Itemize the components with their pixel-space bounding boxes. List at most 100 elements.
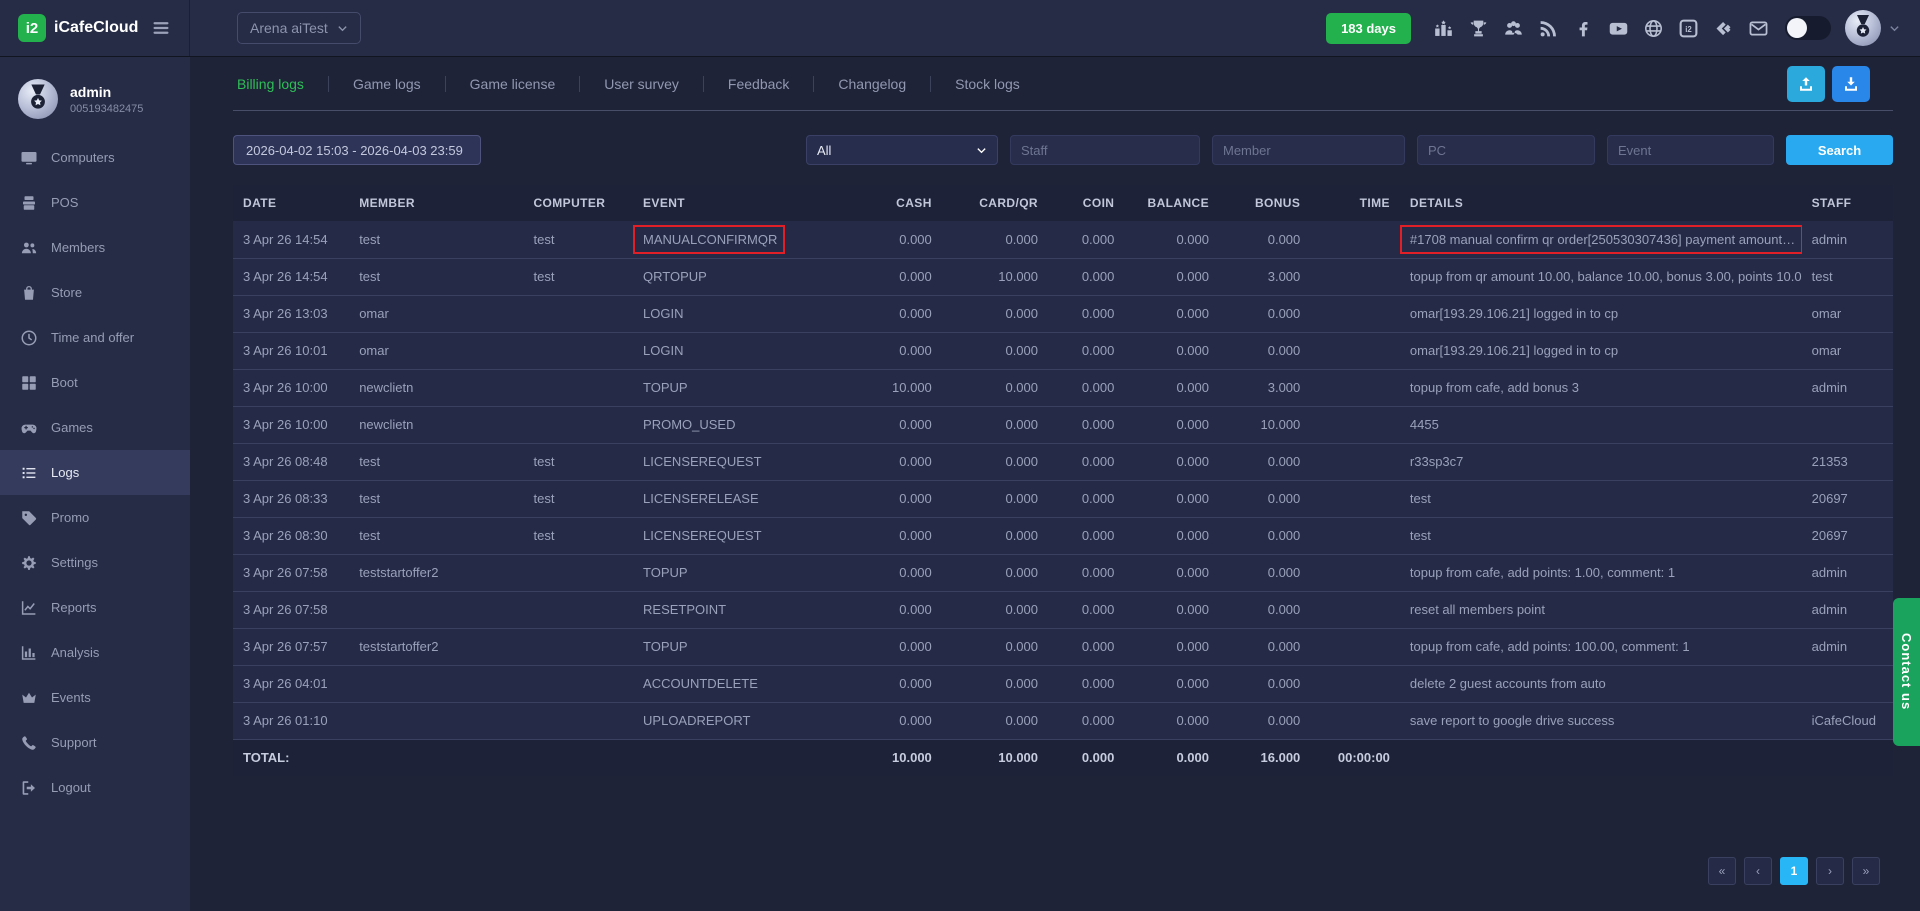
tab-game-license[interactable]: Game license xyxy=(445,76,580,92)
sidebar-item-analysis[interactable]: Analysis xyxy=(0,630,190,675)
facebook-icon[interactable] xyxy=(1573,18,1594,39)
event-type-select[interactable]: All xyxy=(806,135,998,165)
sidebar-item-logout[interactable]: Logout xyxy=(0,765,190,810)
mail-icon[interactable] xyxy=(1748,18,1769,39)
sidebar-item-store[interactable]: Store xyxy=(0,270,190,315)
sidebar-item-settings[interactable]: Settings xyxy=(0,540,190,585)
search-button[interactable]: Search xyxy=(1786,135,1893,165)
sidebar-item-computers[interactable]: Computers xyxy=(0,135,190,180)
member-filter-input[interactable] xyxy=(1212,135,1405,165)
cell-cardqr: 0.000 xyxy=(942,554,1048,591)
cell-event: LICENSEREQUEST xyxy=(633,443,849,480)
profile-chevron-down-icon[interactable] xyxy=(1889,23,1900,34)
icafecloud-icon[interactable]: i2 xyxy=(1678,18,1699,39)
ranking-icon[interactable] xyxy=(1433,18,1454,39)
cell-balance: 0.000 xyxy=(1124,480,1219,517)
cell-staff: 21353 xyxy=(1802,443,1893,480)
pc-filter-input[interactable] xyxy=(1417,135,1595,165)
date-range-input[interactable] xyxy=(233,135,481,165)
cell-balance: 0.000 xyxy=(1124,443,1219,480)
sidebar-item-time-and-offer[interactable]: Time and offer xyxy=(0,315,190,360)
prev-page-button[interactable]: ‹ xyxy=(1744,857,1772,885)
event-filter-input[interactable] xyxy=(1607,135,1774,165)
tab-billing-logs[interactable]: Billing logs xyxy=(233,76,328,92)
tab-changelog[interactable]: Changelog xyxy=(813,76,930,92)
tab-stock-logs[interactable]: Stock logs xyxy=(930,76,1044,92)
sidebar-item-reports[interactable]: Reports xyxy=(0,585,190,630)
cell-details: 4455 xyxy=(1400,406,1802,443)
cell-cardqr: 0.000 xyxy=(942,443,1048,480)
cell-time xyxy=(1310,554,1400,591)
brand-logo[interactable]: i2 iCafeCloud xyxy=(18,14,138,42)
cell-details: delete 2 guest accounts from auto xyxy=(1400,665,1802,702)
first-page-button[interactable]: « xyxy=(1708,857,1736,885)
cell-cash: 0.000 xyxy=(849,258,942,295)
sidebar-item-logs[interactable]: Logs xyxy=(0,450,190,495)
table-row: 3 Apr 26 01:10UPLOADREPORT0.0000.0000.00… xyxy=(233,702,1893,739)
cell-details: topup from qr amount 10.00, balance 10.0… xyxy=(1400,258,1802,295)
bag-icon xyxy=(20,284,38,302)
tab-feedback[interactable]: Feedback xyxy=(703,76,813,92)
table-body: 3 Apr 26 14:54testtestMANUALCONFIRMQR0.0… xyxy=(233,221,1893,776)
column-header-member: MEMBER xyxy=(349,185,523,221)
community-icon[interactable] xyxy=(1503,18,1524,39)
table-row: 3 Apr 26 08:30testtestLICENSEREQUEST0.00… xyxy=(233,517,1893,554)
cell-details: test xyxy=(1400,480,1802,517)
user-id: 005193482475 xyxy=(70,103,143,115)
cell-member xyxy=(349,665,523,702)
sidebar-item-members[interactable]: Members xyxy=(0,225,190,270)
contact-us-button[interactable]: Contact us xyxy=(1893,598,1920,746)
globe-icon[interactable] xyxy=(1643,18,1664,39)
next-page-button[interactable]: › xyxy=(1816,857,1844,885)
cell-date: 3 Apr 26 08:48 xyxy=(233,443,349,480)
cell-time xyxy=(1310,369,1400,406)
last-page-button[interactable]: » xyxy=(1852,857,1880,885)
cell-staff: admin xyxy=(1802,369,1893,406)
tab-game-logs[interactable]: Game logs xyxy=(328,76,445,92)
sidebar-item-pos[interactable]: POS xyxy=(0,180,190,225)
staff-filter-input[interactable] xyxy=(1010,135,1200,165)
column-header-cash: CASH xyxy=(849,185,942,221)
sidebar-item-label: Analysis xyxy=(51,645,99,660)
cell-computer xyxy=(523,702,633,739)
sidebar-item-label: Members xyxy=(51,240,105,255)
cell-details: #1708 manual confirm qr order[2505303074… xyxy=(1400,221,1802,258)
column-header-computer: COMPUTER xyxy=(523,185,633,221)
sidebar-item-games[interactable]: Games xyxy=(0,405,190,450)
license-icon[interactable] xyxy=(1713,18,1734,39)
rss-icon[interactable] xyxy=(1538,18,1559,39)
trophy-icon[interactable] xyxy=(1468,18,1489,39)
clock-icon xyxy=(20,329,38,347)
user-avatar[interactable] xyxy=(1845,10,1881,46)
days-remaining-badge[interactable]: 183 days xyxy=(1326,13,1411,44)
cell-cardqr: 0.000 xyxy=(942,665,1048,702)
cell-date: 3 Apr 26 10:00 xyxy=(233,406,349,443)
cell-time xyxy=(1310,591,1400,628)
cell-computer: test xyxy=(523,517,633,554)
cafe-selector[interactable]: Arena aiTest xyxy=(237,12,361,44)
sidebar-item-boot[interactable]: Boot xyxy=(0,360,190,405)
cell-staff: admin xyxy=(1802,628,1893,665)
sidebar-item-promo[interactable]: Promo xyxy=(0,495,190,540)
cell-cash: 0.000 xyxy=(849,332,942,369)
theme-toggle[interactable] xyxy=(1785,16,1831,40)
cell-computer: test xyxy=(523,480,633,517)
table-header: DATEMEMBERCOMPUTEREVENTCASHCARD/QRCOINBA… xyxy=(233,185,1893,221)
cell-cash: 0.000 xyxy=(849,517,942,554)
upload-button[interactable] xyxy=(1787,66,1825,102)
total-bonus: 16.000 xyxy=(1219,739,1310,776)
cell-cardqr: 0.000 xyxy=(942,480,1048,517)
page-number-button[interactable]: 1 xyxy=(1780,857,1808,885)
hamburger-icon[interactable] xyxy=(151,18,171,38)
cell-cash: 10.000 xyxy=(849,369,942,406)
youtube-icon[interactable] xyxy=(1608,18,1629,39)
table-row: 3 Apr 26 13:03omarLOGIN0.0000.0000.0000.… xyxy=(233,295,1893,332)
sidebar-item-support[interactable]: Support xyxy=(0,720,190,765)
table-row: 3 Apr 26 10:00newclietnTOPUP10.0000.0000… xyxy=(233,369,1893,406)
cell-time xyxy=(1310,332,1400,369)
sidebar-item-events[interactable]: Events xyxy=(0,675,190,720)
download-button[interactable] xyxy=(1832,66,1870,102)
cell-balance: 0.000 xyxy=(1124,406,1219,443)
cell-date: 3 Apr 26 07:57 xyxy=(233,628,349,665)
tab-user-survey[interactable]: User survey xyxy=(579,76,703,92)
